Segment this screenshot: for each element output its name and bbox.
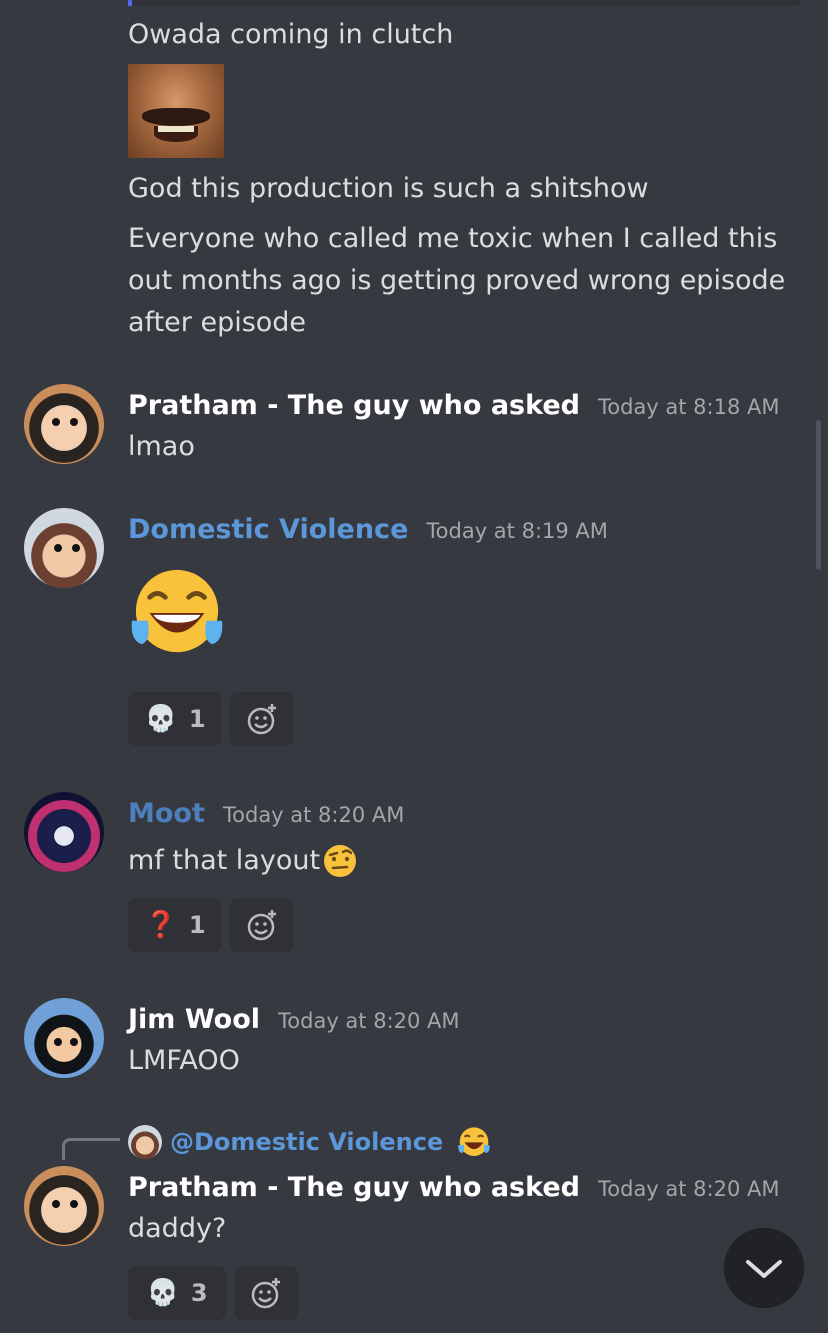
reaction-count: 3 <box>190 1279 208 1307</box>
reply-avatar <box>128 1125 162 1159</box>
reply-connector <box>62 1138 120 1160</box>
avatar[interactable] <box>24 792 104 872</box>
chevron-down-icon <box>746 1260 782 1278</box>
add-reaction-icon <box>251 1278 280 1309</box>
avatar[interactable] <box>24 998 104 1078</box>
joy-emoji-icon <box>131 569 223 653</box>
username[interactable]: Pratham - The guy who asked <box>128 1168 580 1208</box>
reaction-count: 1 <box>188 911 206 939</box>
reply-reference[interactable]: @Domestic Violence <box>128 1124 491 1160</box>
message-header: Jim Wool Today at 8:20 AM <box>128 1000 460 1040</box>
message-text: daddy? <box>128 1213 227 1244</box>
username[interactable]: Domestic Violence <box>128 510 408 550</box>
avatar[interactable] <box>24 384 104 464</box>
message-header: Moot Today at 8:20 AM <box>128 794 404 834</box>
reaction-count: 1 <box>188 705 206 733</box>
message-text: God this production is such a shitshow <box>128 173 649 204</box>
message-text: mf that layout <box>128 840 788 882</box>
message-text: Owada coming in clutch <box>128 19 454 50</box>
chat-messages: Owada coming in clutch God this producti… <box>0 0 828 1333</box>
message-header: Domestic Violence Today at 8:19 AM <box>128 510 608 550</box>
message-text: lmao <box>128 431 195 462</box>
reaction-skull[interactable]: 💀 3 <box>128 1266 226 1320</box>
message-text: Everyone who called me toxic when I call… <box>128 223 786 338</box>
add-reaction-button[interactable] <box>234 1266 298 1320</box>
scrollbar[interactable] <box>816 420 821 570</box>
meme-image[interactable] <box>128 64 224 158</box>
skull-icon: 💀 <box>144 704 177 734</box>
timestamp: Today at 8:20 AM <box>278 1009 460 1033</box>
username[interactable]: Jim Wool <box>128 1000 260 1040</box>
message-header: Pratham - The guy who asked Today at 8:2… <box>128 1168 780 1208</box>
question-mark-icon: ❓ <box>144 910 177 940</box>
reaction-skull[interactable]: 💀 1 <box>128 692 222 746</box>
reaction-question[interactable]: ❓ 1 <box>128 898 222 952</box>
avatar[interactable] <box>24 508 104 588</box>
skull-icon: 💀 <box>146 1278 179 1308</box>
previous-embed-edge <box>128 0 800 6</box>
timestamp: Today at 8:19 AM <box>426 519 608 543</box>
message-text-content: mf that layout <box>128 845 321 876</box>
jump-to-present-button[interactable] <box>724 1228 804 1308</box>
timestamp: Today at 8:20 AM <box>222 803 405 827</box>
joy-emoji-icon <box>458 1127 490 1156</box>
add-reaction-button[interactable] <box>230 692 294 746</box>
reply-mention[interactable]: @Domestic Violence <box>170 1128 443 1156</box>
timestamp: Today at 8:20 AM <box>598 1177 780 1201</box>
timestamp: Today at 8:18 AM <box>598 395 780 419</box>
add-reaction-icon <box>247 910 276 941</box>
add-reaction-button[interactable] <box>230 898 294 952</box>
message-header: Pratham - The guy who asked Today at 8:1… <box>128 386 780 426</box>
add-reaction-icon <box>247 704 276 735</box>
username[interactable]: Pratham - The guy who asked <box>128 386 580 426</box>
username[interactable]: Moot <box>128 794 205 834</box>
message-text: LMFAOO <box>128 1045 240 1076</box>
raised-eyebrow-emoji-icon <box>324 845 357 877</box>
avatar[interactable] <box>24 1166 104 1246</box>
